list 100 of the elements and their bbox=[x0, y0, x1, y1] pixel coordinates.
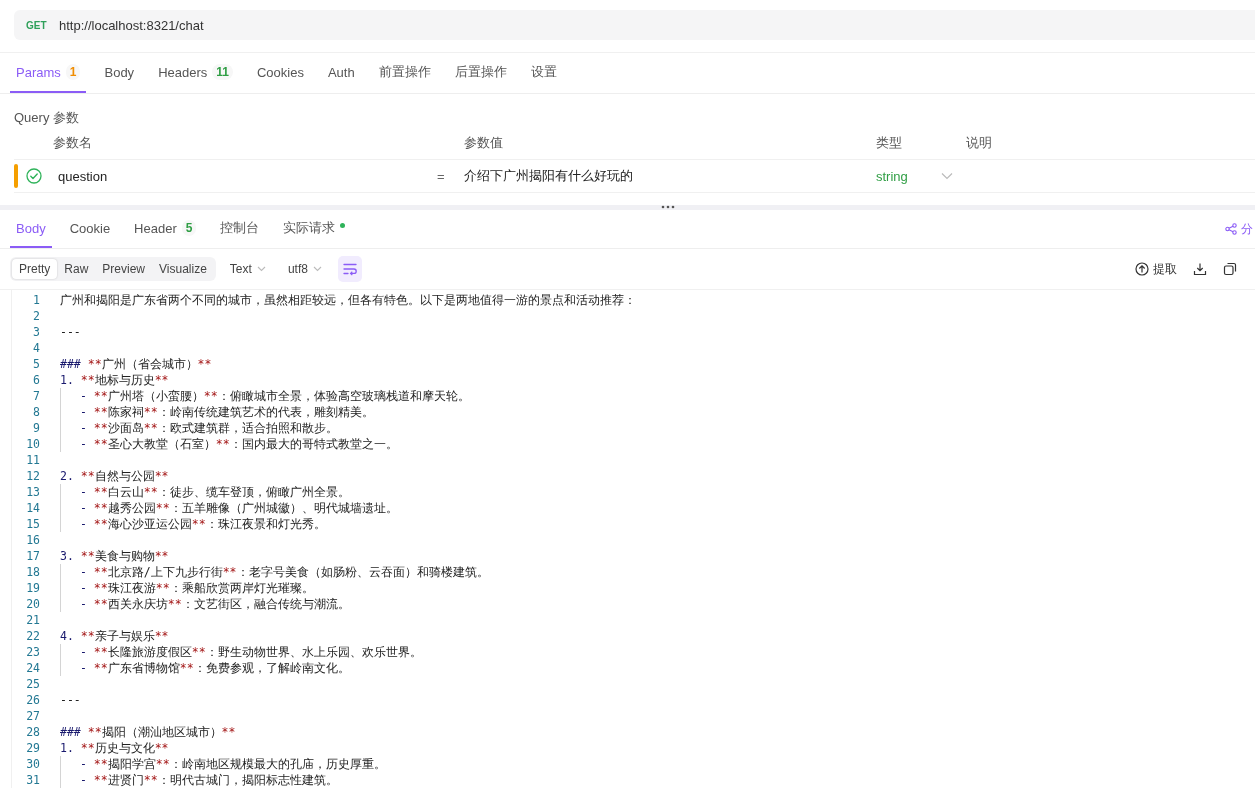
line-number: 7 bbox=[32, 388, 40, 404]
chevron-down-icon bbox=[256, 266, 266, 272]
line-number: 19 bbox=[25, 580, 40, 596]
chevron-down-icon bbox=[941, 172, 953, 180]
line-number: 11 bbox=[25, 452, 40, 468]
extract-button[interactable]: 提取 bbox=[1135, 260, 1177, 278]
format-tab[interactable]: Preview bbox=[95, 259, 153, 279]
code-line: --- bbox=[60, 693, 81, 707]
line-number: 10 bbox=[25, 436, 40, 452]
count-badge: 1 bbox=[65, 64, 81, 80]
line-number: 4 bbox=[32, 340, 40, 356]
code-line: - **进贤门**：明代古城门，揭阳标志性建筑。 bbox=[80, 773, 338, 787]
request-tab[interactable]: Body bbox=[98, 53, 141, 93]
section-title: Query 参数 bbox=[14, 109, 80, 127]
code-line: - **广东省博物馆**：免费参观，了解岭南文化。 bbox=[80, 661, 350, 675]
column-header: 参数名 bbox=[53, 134, 93, 152]
code-line: - **白云山**：徒步、缆车登顶，俯瞰广州全景。 bbox=[80, 485, 350, 499]
line-number: 16 bbox=[25, 532, 40, 548]
response-tab[interactable]: 控制台 bbox=[214, 210, 266, 248]
code-line: - **珠江夜游**：乘船欣赏两岸灯光璀璨。 bbox=[80, 581, 314, 595]
line-number: 30 bbox=[25, 756, 40, 772]
line-number: 17 bbox=[25, 548, 40, 564]
line-number: 2 bbox=[32, 308, 40, 324]
line-number: 5 bbox=[32, 356, 40, 372]
code-line: - **北京路/上下九步行街**：老字号美食（如肠粉、云吞面）和骑楼建筑。 bbox=[80, 565, 489, 579]
line-number: 23 bbox=[25, 644, 40, 660]
column-header: 说明 bbox=[966, 134, 993, 152]
line-number: 12 bbox=[25, 468, 40, 484]
line-number: 8 bbox=[32, 404, 40, 420]
line-number: 26 bbox=[25, 692, 40, 708]
code-line: ### **广州（省会城市）** bbox=[60, 357, 212, 371]
code-line: --- bbox=[60, 325, 81, 339]
format-tab[interactable]: Visualize bbox=[152, 259, 214, 279]
format-tab[interactable]: Raw bbox=[57, 259, 96, 279]
request-tab[interactable]: Headers 11 bbox=[152, 53, 239, 93]
param-name[interactable]: question bbox=[53, 168, 428, 184]
dropdown[interactable]: utf8 bbox=[287, 262, 322, 276]
column-header: 类型 bbox=[876, 134, 903, 152]
type-select[interactable]: string bbox=[876, 168, 966, 184]
request-tab[interactable]: 后置操作 bbox=[448, 53, 513, 93]
line-number: 25 bbox=[25, 676, 40, 692]
format-tab[interactable]: Pretty bbox=[12, 259, 58, 279]
line-number: 27 bbox=[25, 708, 40, 724]
line-number: 21 bbox=[25, 612, 40, 628]
code-line: - **揭阳学宫**：岭南地区规模最大的孔庙，历史厚重。 bbox=[80, 757, 386, 771]
line-number: 15 bbox=[25, 516, 40, 532]
line-number: 20 bbox=[25, 596, 40, 612]
code-line: ### **揭阳（潮汕地区城市）** bbox=[60, 725, 236, 739]
line-number: 1 bbox=[32, 292, 40, 308]
column-header: 参数值 bbox=[464, 134, 504, 152]
line-number: 22 bbox=[25, 628, 40, 644]
line-number: 31 bbox=[25, 772, 40, 788]
wrap-toggle[interactable] bbox=[337, 256, 362, 282]
checkbox[interactable] bbox=[26, 168, 42, 184]
line-number: 18 bbox=[25, 564, 40, 580]
response-tab[interactable]: Header 5 bbox=[128, 210, 203, 248]
request-tab[interactable]: Cookies bbox=[250, 53, 310, 93]
download-icon[interactable] bbox=[1193, 262, 1207, 276]
code-line: - **西关永庆坊**：文艺街区，融合传统与潮流。 bbox=[80, 597, 350, 611]
line-number: 29 bbox=[25, 740, 40, 756]
code-line: - **长隆旅游度假区**：野生动物世界、水上乐园、欢乐世界。 bbox=[80, 645, 422, 659]
count-badge: 11 bbox=[212, 64, 233, 80]
request-tab[interactable]: Auth bbox=[321, 53, 361, 93]
line-number: 28 bbox=[25, 724, 40, 740]
chevron-down-icon bbox=[312, 266, 322, 272]
request-tab[interactable]: Params 1 bbox=[10, 53, 87, 93]
code-line: 1. **地标与历史** bbox=[60, 373, 169, 387]
code-line: 广州和揭阳是广东省两个不同的城市，虽然相距较远，但各有特色。以下是两地值得一游的景点和活动推荐： bbox=[60, 293, 636, 307]
url-field[interactable]: GET http://localhost:8321/chat bbox=[14, 10, 1255, 40]
request-tab[interactable]: 前置操作 bbox=[372, 53, 437, 93]
line-number: 3 bbox=[32, 324, 40, 340]
code-line: - **广州塔（小蛮腰）**：俯瞰城市全景，体验高空玻璃栈道和摩天轮。 bbox=[80, 389, 470, 403]
wrap-icon bbox=[341, 262, 358, 276]
share-icon bbox=[1225, 223, 1237, 235]
line-number: 9 bbox=[32, 420, 40, 436]
count-badge: 5 bbox=[181, 220, 197, 236]
line-number: 24 bbox=[25, 660, 40, 676]
code-line: 1. **历史与文化** bbox=[60, 741, 169, 755]
line-number: 13 bbox=[25, 484, 40, 500]
copy-icon[interactable] bbox=[1223, 262, 1237, 276]
upload-icon bbox=[1135, 262, 1149, 276]
code-line: 3. **美食与购物** bbox=[60, 549, 169, 563]
param-value[interactable]: 介绍下广州揭阳有什么好玩的 bbox=[464, 167, 876, 185]
line-number: 14 bbox=[25, 500, 40, 516]
code-line: - **圣心大教堂（石室）**：国内最大的哥特式教堂之一。 bbox=[80, 437, 398, 451]
response-tab[interactable]: 实际请求 bbox=[277, 210, 352, 248]
drag-handle-icon[interactable] bbox=[660, 205, 675, 209]
equals-sign: = bbox=[436, 168, 446, 184]
dropdown[interactable]: Text bbox=[229, 262, 266, 276]
code-line: - **海心沙亚运公园**：珠江夜景和灯光秀。 bbox=[80, 517, 326, 531]
share-button[interactable]: 分 bbox=[1225, 210, 1253, 248]
request-tab[interactable]: 设置 bbox=[524, 53, 563, 93]
code-line: 2. **自然与公园** bbox=[60, 469, 169, 483]
url-text: http://localhost:8321/chat bbox=[59, 17, 204, 33]
code-line: - **越秀公园**：五羊雕像（广州城徽）、明代城墙遗址。 bbox=[80, 501, 398, 515]
code-line: - **陈家祠**：岭南传统建筑艺术的代表，雕刻精美。 bbox=[80, 405, 374, 419]
code-line: 4. **亲子与娱乐** bbox=[60, 629, 169, 643]
line-number: 6 bbox=[32, 372, 40, 388]
response-tab[interactable]: Body bbox=[10, 210, 52, 248]
response-tab[interactable]: Cookie bbox=[63, 210, 117, 248]
